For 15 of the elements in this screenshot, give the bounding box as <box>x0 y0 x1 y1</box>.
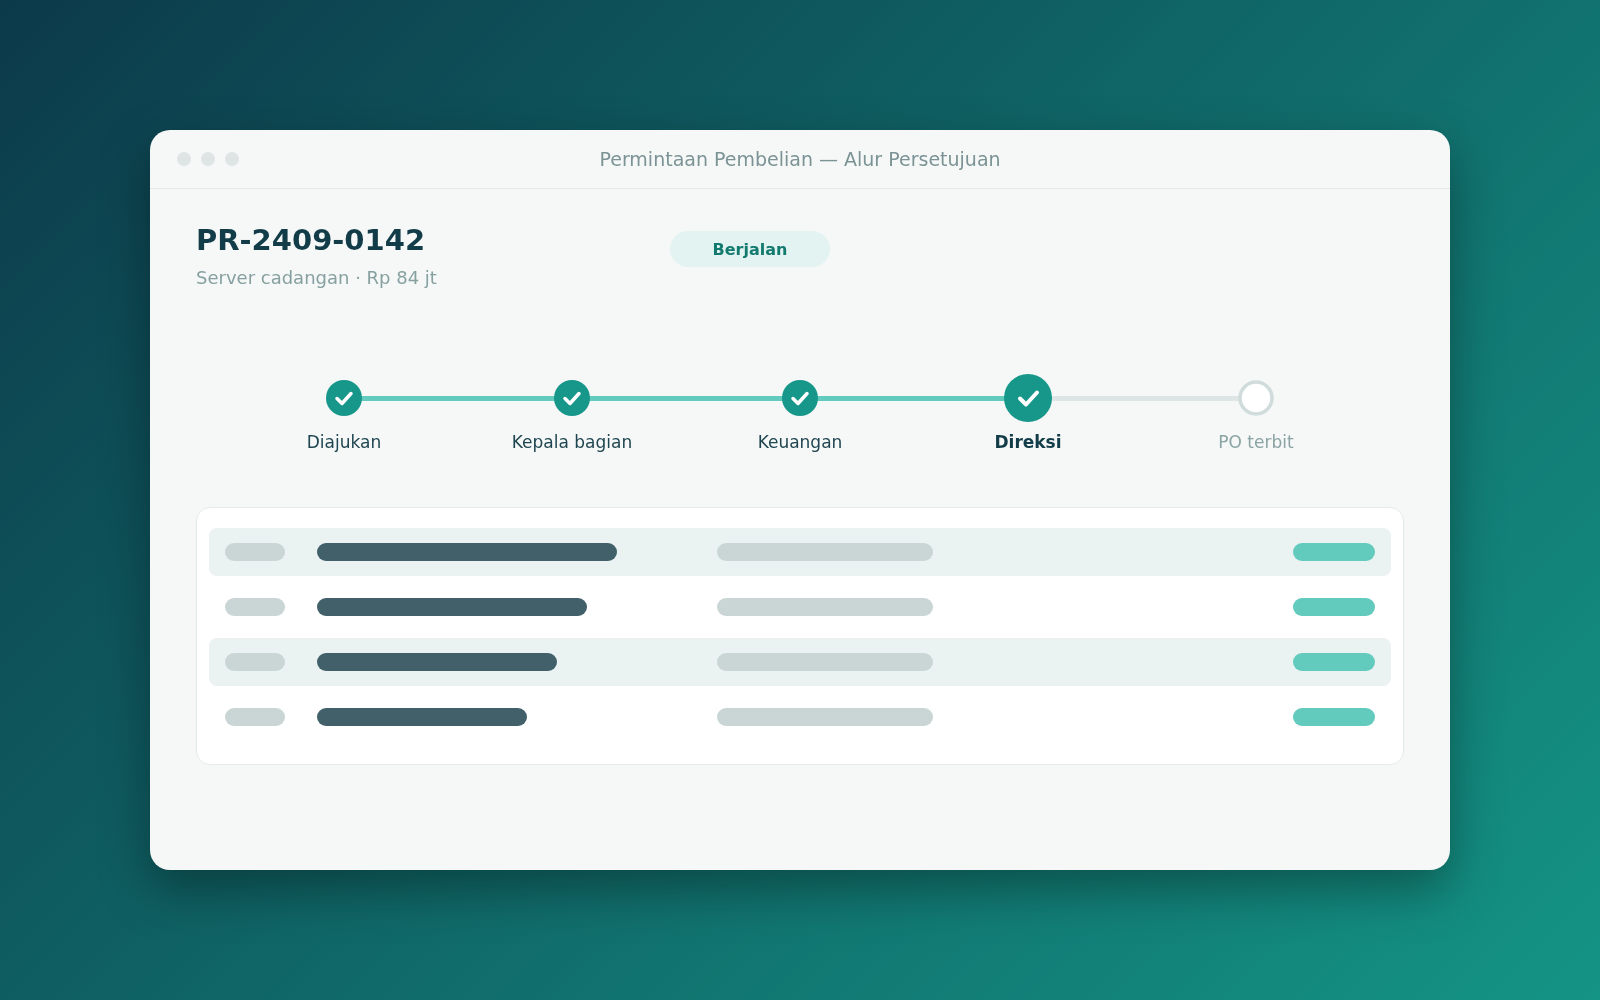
status-badge: Berjalan <box>670 231 830 267</box>
table-row[interactable] <box>209 528 1391 576</box>
step-label: Direksi <box>994 432 1062 452</box>
placeholder-bar <box>225 598 285 616</box>
window-title: Permintaan Pembelian — Alur Persetujuan <box>599 148 1001 170</box>
step-label: Diajukan <box>306 432 382 452</box>
placeholder-bar <box>225 653 285 671</box>
placeholder-bar <box>225 543 285 561</box>
request-id: PR-2409-0142 <box>196 223 427 257</box>
table-row[interactable] <box>209 638 1391 686</box>
placeholder-bar <box>225 708 285 726</box>
step-label: Kepala bagian <box>511 432 633 452</box>
request-subtitle: Server cadangan · Rp 84 jt <box>196 267 438 288</box>
step-label: Keuangan <box>757 432 843 452</box>
step-label: PO terbit <box>1218 432 1294 452</box>
